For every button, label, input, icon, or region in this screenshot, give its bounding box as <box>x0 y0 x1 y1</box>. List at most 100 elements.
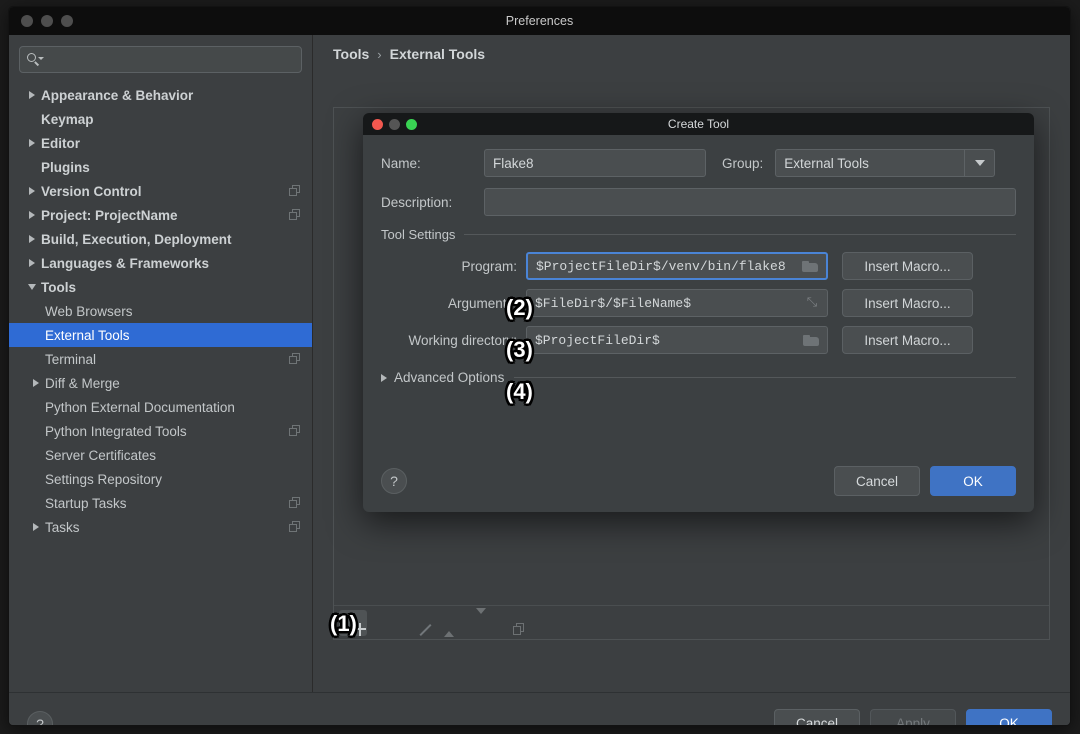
sidebar-item-version-control[interactable]: Version Control <box>9 179 312 203</box>
chevron-right-icon[interactable] <box>23 211 41 219</box>
copy-settings-icon <box>289 425 300 436</box>
sidebar-item-python-integrated-tools[interactable]: Python Integrated Tools <box>9 419 312 443</box>
name-group-row: Name: Flake8 Group: External Tools <box>381 149 1016 177</box>
chevron-down-icon[interactable] <box>23 284 41 290</box>
sidebar-item-external-tools[interactable]: External Tools <box>9 323 312 347</box>
sidebar-item-label: Appearance & Behavior <box>41 88 193 103</box>
sidebar-item-startup-tasks[interactable]: Startup Tasks <box>9 491 312 515</box>
sidebar-item-label: Editor <box>41 136 80 151</box>
create-tool-content: Name: Flake8 Group: External Tools Descr… <box>363 135 1034 385</box>
sidebar-item-build-execution-deployment[interactable]: Build, Execution, Deployment <box>9 227 312 251</box>
sidebar-item-label: Tools <box>41 280 76 295</box>
breadcrumb-separator: › <box>377 47 381 62</box>
preferences-window: Preferences Appearance & Behavior Keymap E… <box>8 6 1071 726</box>
program-row: Program: $ProjectFileDir$/venv/bin/flake8… <box>381 252 1016 280</box>
chevron-right-icon[interactable] <box>381 374 387 382</box>
chevron-down-icon[interactable] <box>964 150 994 176</box>
move-up-button <box>435 610 463 636</box>
sidebar-item-keymap[interactable]: Keymap <box>9 107 312 131</box>
arguments-field[interactable]: $FileDir$/$FileName$⤡ <box>526 289 828 317</box>
insert-macro-button-program[interactable]: Insert Macro... <box>842 252 973 280</box>
sidebar-item-settings-repository[interactable]: Settings Repository <box>9 467 312 491</box>
sidebar-item-label: Python External Documentation <box>45 400 235 415</box>
window-titlebar: Preferences <box>9 7 1070 35</box>
sidebar-item-label: Python Integrated Tools <box>45 424 187 439</box>
advanced-options-row[interactable]: Advanced Options <box>381 370 1016 385</box>
add-tool-button[interactable] <box>339 610 367 636</box>
sidebar-item-tools[interactable]: Tools <box>9 275 312 299</box>
chevron-right-icon[interactable] <box>23 91 41 99</box>
insert-macro-button-arguments[interactable]: Insert Macro... <box>842 289 973 317</box>
sidebar-item-label: Keymap <box>41 112 94 127</box>
chevron-right-icon[interactable] <box>23 235 41 243</box>
sidebar-item-label: Build, Execution, Deployment <box>41 232 232 247</box>
edit-tool-button <box>403 610 431 636</box>
sidebar-item-editor[interactable]: Editor <box>9 131 312 155</box>
copy-tool-button <box>499 610 527 636</box>
help-button[interactable]: ? <box>27 711 53 727</box>
sidebar-item-project-projectname[interactable]: Project: ProjectName <box>9 203 312 227</box>
sidebar-item-label: Version Control <box>41 184 142 199</box>
folder-icon[interactable] <box>802 260 818 272</box>
tool-settings-group: Tool Settings Program:$ProjectFileDir$/v… <box>381 227 1016 354</box>
ok-button[interactable]: OK <box>966 709 1052 727</box>
dialog-cancel-button[interactable]: Cancel <box>834 466 920 496</box>
breadcrumb-parent[interactable]: Tools <box>333 46 369 62</box>
breadcrumb-current: External Tools <box>390 46 485 62</box>
insert-macro-button-working-directory[interactable]: Insert Macro... <box>842 326 973 354</box>
program-value: $ProjectFileDir$/venv/bin/flake8 <box>536 259 802 274</box>
arguments-value: $FileDir$/$FileName$ <box>535 296 805 311</box>
working-directory-row: Working directory:$ProjectFileDir$Insert… <box>381 326 1016 354</box>
group-select[interactable]: External Tools <box>775 149 995 177</box>
sidebar-item-terminal[interactable]: Terminal <box>9 347 312 371</box>
folder-icon[interactable] <box>803 334 819 346</box>
sidebar-item-python-external-documentation[interactable]: Python External Documentation <box>9 395 312 419</box>
chevron-right-icon[interactable] <box>23 139 41 147</box>
legend-divider <box>464 234 1016 235</box>
move-down-button <box>467 610 495 636</box>
chevron-right-icon[interactable] <box>27 523 45 531</box>
sidebar-item-languages-frameworks[interactable]: Languages & Frameworks <box>9 251 312 275</box>
create-tool-titlebar: Create Tool <box>363 113 1034 135</box>
sidebar-item-appearance-behavior[interactable]: Appearance & Behavior <box>9 83 312 107</box>
chevron-right-icon[interactable] <box>23 187 41 195</box>
window-title: Preferences <box>9 14 1070 28</box>
expand-icon[interactable]: ⤡ <box>805 296 819 310</box>
arguments-row: Arguments:$FileDir$/$FileName$⤡Insert Ma… <box>381 289 1016 317</box>
arrow-up-icon <box>444 614 454 632</box>
sidebar-item-label: Server Certificates <box>45 448 156 463</box>
sidebar-item-label: Settings Repository <box>45 472 162 487</box>
program-field[interactable]: $ProjectFileDir$/venv/bin/flake8 <box>526 252 828 280</box>
create-tool-dialog: Create Tool Name: Flake8 Group: External… <box>363 113 1034 512</box>
sidebar-item-web-browsers[interactable]: Web Browsers <box>9 299 312 323</box>
working-directory-field[interactable]: $ProjectFileDir$ <box>526 326 828 354</box>
sidebar-item-label: Startup Tasks <box>45 496 127 511</box>
sidebar-item-server-certificates[interactable]: Server Certificates <box>9 443 312 467</box>
dialog-ok-button[interactable]: OK <box>930 466 1016 496</box>
advanced-options-label: Advanced Options <box>394 370 504 385</box>
program-label: Program: <box>381 259 526 274</box>
working-directory-value: $ProjectFileDir$ <box>535 333 803 348</box>
search-icon <box>27 53 43 66</box>
cancel-button[interactable]: Cancel <box>774 709 860 727</box>
description-field[interactable] <box>484 188 1016 216</box>
settings-sidebar: Appearance & Behavior Keymap Editor Plugins… <box>9 35 313 692</box>
dialog-help-button[interactable]: ? <box>381 468 407 494</box>
arguments-label: Arguments: <box>381 296 526 311</box>
sidebar-item-label: Diff & Merge <box>45 376 120 391</box>
copy-settings-icon <box>289 185 300 196</box>
search-input[interactable] <box>19 46 302 73</box>
sidebar-item-tasks[interactable]: Tasks <box>9 515 312 539</box>
apply-button[interactable]: Apply <box>870 709 956 727</box>
chevron-right-icon[interactable] <box>23 259 41 267</box>
sidebar-item-plugins[interactable]: Plugins <box>9 155 312 179</box>
copy-settings-icon <box>289 209 300 220</box>
description-label: Description: <box>381 195 484 210</box>
window-footer: ? Cancel Apply OK <box>9 692 1070 726</box>
copy-settings-icon <box>289 497 300 508</box>
name-field[interactable]: Flake8 <box>484 149 706 177</box>
chevron-right-icon[interactable] <box>27 379 45 387</box>
sidebar-item-diff-merge[interactable]: Diff & Merge <box>9 371 312 395</box>
sidebar-item-label: Web Browsers <box>45 304 133 319</box>
description-row: Description: <box>381 188 1016 216</box>
